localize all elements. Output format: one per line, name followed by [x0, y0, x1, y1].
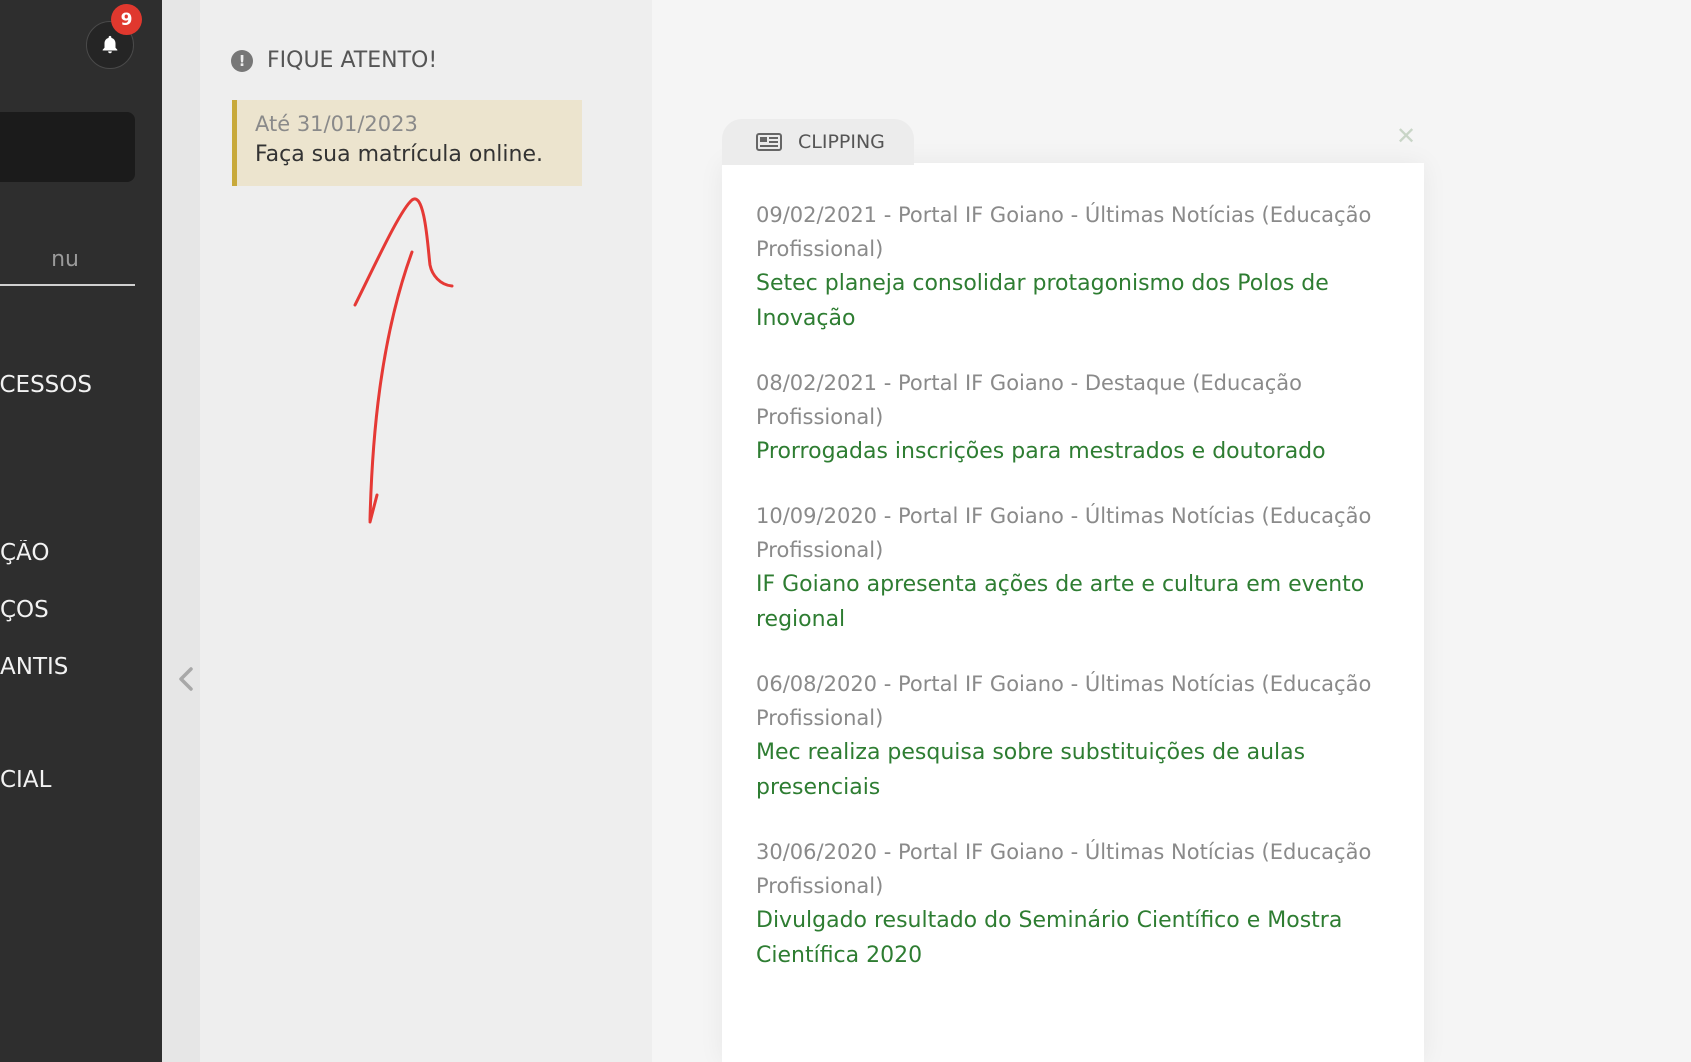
tab-clipping-label: CLIPPING	[798, 131, 885, 153]
news-meta: 06/08/2020 - Portal IF Goiano - Últimas …	[756, 672, 1372, 730]
news-list: 09/02/2021 - Portal IF Goiano - Últimas …	[756, 198, 1396, 1003]
sidebar-item-cao[interactable]: ÇÃO	[0, 540, 92, 566]
sidebar-item-processos[interactable]: OCESSOS	[0, 372, 92, 398]
news-link[interactable]: Mec realiza pesquisa sobre substituições…	[756, 735, 1396, 805]
notice-text: Faça sua matrícula online.	[255, 142, 543, 167]
sidebar-item-antis[interactable]: ANTIS	[0, 654, 92, 680]
user-profile-box[interactable]	[0, 112, 135, 182]
notification-count-badge: 9	[111, 4, 142, 35]
news-link[interactable]: IF Goiano apresenta ações de arte e cult…	[756, 567, 1396, 637]
news-item: 06/08/2020 - Portal IF Goiano - Últimas …	[756, 667, 1396, 805]
notice-card: Até 31/01/2023 Faça sua matrícula online…	[232, 100, 582, 186]
close-icon[interactable]: ✕	[1396, 124, 1416, 148]
sidebar: nu OCESSOS ÇÃO ÇOS ANTIS CIAL	[0, 0, 162, 1062]
news-link[interactable]: Divulgado resultado do Seminário Científ…	[756, 903, 1396, 973]
news-item: 09/02/2021 - Portal IF Goiano - Últimas …	[756, 198, 1396, 336]
alert-heading: ! FIQUE ATENTO!	[231, 48, 437, 73]
collapse-strip	[162, 0, 200, 1062]
news-item: 30/06/2020 - Portal IF Goiano - Últimas …	[756, 835, 1396, 973]
notice-date: Até 31/01/2023	[255, 112, 418, 136]
menu-search-input[interactable]: nu	[0, 240, 135, 286]
news-meta: 10/09/2020 - Portal IF Goiano - Últimas …	[756, 504, 1372, 562]
news-meta: 08/02/2021 - Portal IF Goiano - Destaque…	[756, 371, 1302, 429]
news-meta: 09/02/2021 - Portal IF Goiano - Últimas …	[756, 203, 1372, 261]
newspaper-icon	[756, 133, 782, 151]
annotation-arrow	[353, 197, 454, 524]
news-link[interactable]: Prorrogadas inscrições para mestrados e …	[756, 434, 1396, 469]
news-link[interactable]: Setec planeja consolidar protagonismo do…	[756, 266, 1396, 336]
chevron-left-icon[interactable]	[174, 664, 198, 694]
news-meta: 30/06/2020 - Portal IF Goiano - Últimas …	[756, 840, 1372, 898]
alert-title-text: FIQUE ATENTO!	[267, 48, 438, 73]
sidebar-item-cial[interactable]: CIAL	[0, 767, 92, 793]
news-item: 08/02/2021 - Portal IF Goiano - Destaque…	[756, 366, 1396, 469]
sidebar-item-cos[interactable]: ÇOS	[0, 597, 92, 623]
bell-icon	[102, 35, 118, 54]
tab-clipping[interactable]: CLIPPING	[722, 119, 914, 165]
exclamation-circle-icon: !	[231, 49, 253, 72]
news-item: 10/09/2020 - Portal IF Goiano - Últimas …	[756, 499, 1396, 637]
